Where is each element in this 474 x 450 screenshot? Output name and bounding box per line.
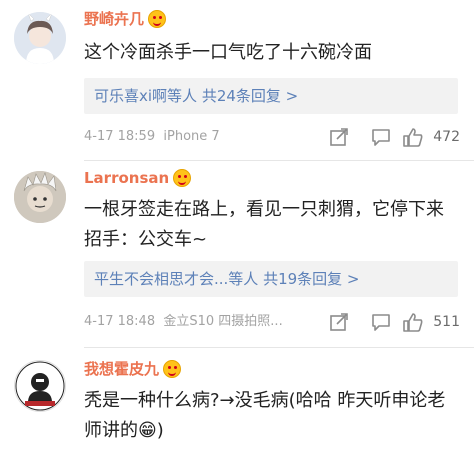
device-text: 金立S10 四摄拍照...: [163, 314, 283, 329]
reply-summary-link[interactable]: 可乐喜xi啊等人 共24条回复 >: [84, 78, 458, 114]
thumb-up-icon[interactable]: [402, 126, 424, 148]
share-icon[interactable]: [328, 126, 350, 148]
username-text: 我想霍皮九: [84, 360, 160, 378]
thumb-up-icon[interactable]: [402, 311, 424, 333]
username-text: 野崎卉几: [84, 10, 145, 28]
avatar-image: [15, 361, 65, 411]
vip-badge-icon: [163, 359, 182, 378]
username-text: Larronsan: [84, 169, 170, 187]
reply-summary-link[interactable]: 平生不会相思才会...等人 共19条回复 >: [84, 261, 458, 297]
timestamp: 4-17 18:59 iPhone 7: [84, 126, 220, 148]
comment-meta: 4-17 18:59 iPhone 7 472: [84, 126, 460, 148]
comment-item: 野崎卉几 这个冷面杀手一口气吃了十六碗冷面 可乐喜xi啊等人 共24条回复 > …: [0, 0, 474, 161]
like-count: 472: [433, 129, 460, 145]
share-icon[interactable]: [328, 311, 350, 333]
username[interactable]: 野崎卉几: [84, 8, 167, 29]
comment-text: 这个冷面杀手一口气吃了十六碗冷面: [84, 42, 372, 63]
comment-meta: 4-17 18:48 金立S10 四摄拍照... 511: [84, 311, 460, 333]
time-text: 4-17 18:48: [84, 314, 156, 329]
vip-badge-icon: [173, 169, 192, 187]
avatar[interactable]: [14, 360, 66, 412]
comment-item: 我想霍皮九 秃是一种什么病?→没毛病(哈哈 昨天听申论老师讲的😁): [0, 348, 474, 450]
comment-icon[interactable]: [370, 126, 392, 148]
username[interactable]: 我想霍皮九: [84, 358, 182, 379]
avatar-image: [14, 12, 66, 64]
avatar[interactable]: [14, 12, 66, 64]
time-text: 4-17 18:59: [84, 129, 156, 144]
vip-badge-icon: [148, 9, 167, 28]
avatar[interactable]: [14, 171, 66, 223]
username[interactable]: Larronsan: [84, 169, 192, 187]
timestamp: 4-17 18:48 金立S10 四摄拍照...: [84, 311, 283, 333]
comment-item: Larronsan 一根牙签走在路上，看见一只刺猬，它停下来招手：公交车~ 平生…: [0, 161, 474, 348]
device-text: iPhone 7: [163, 129, 220, 144]
comment-text: 秃是一种什么病?→没毛病(哈哈 昨天听申论老师讲的😁): [84, 390, 446, 441]
avatar-image: [14, 171, 66, 223]
like-count: 511: [433, 314, 460, 330]
comment-icon[interactable]: [370, 311, 392, 333]
comment-text: 一根牙签走在路上，看见一只刺猬，它停下来招手：公交车~: [84, 199, 444, 250]
